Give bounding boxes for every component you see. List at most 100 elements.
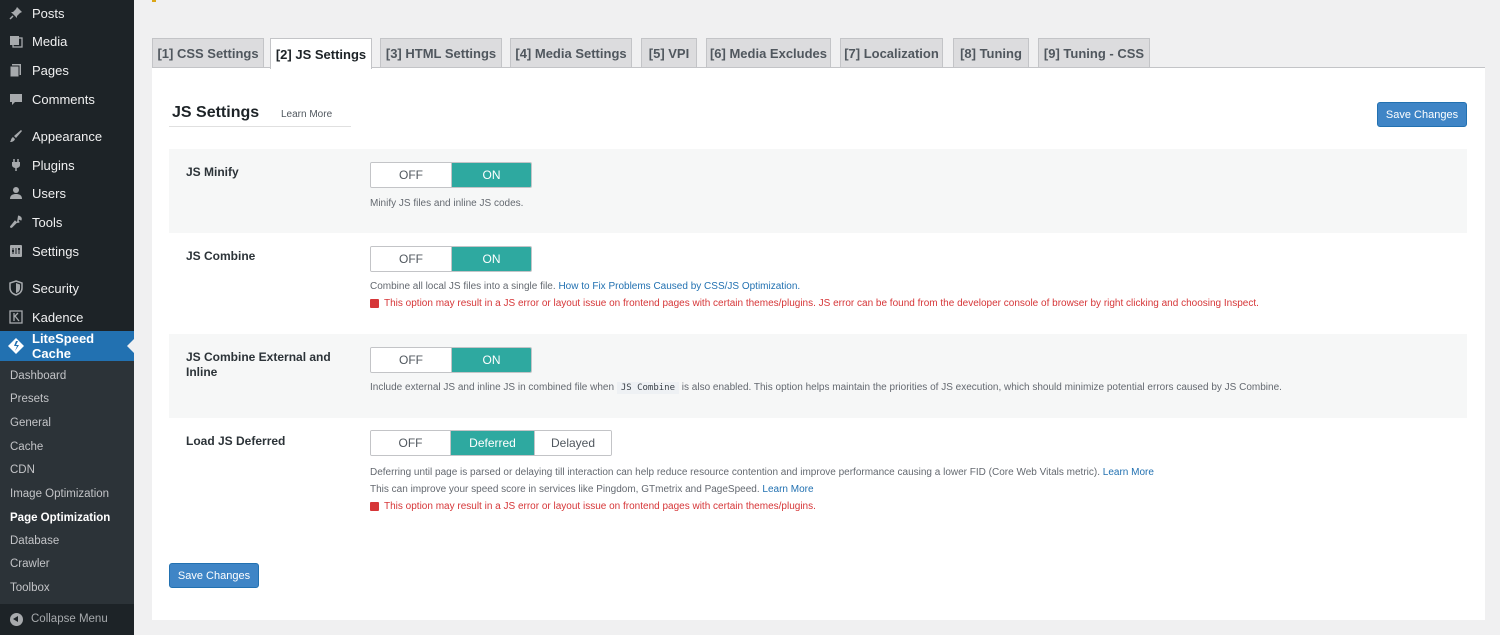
toggle-on[interactable]: ON bbox=[451, 348, 531, 372]
sidebar-item-label: Kadence bbox=[32, 309, 84, 325]
toggle-on[interactable]: ON bbox=[451, 163, 531, 187]
warning-icon bbox=[370, 502, 379, 511]
comments-icon bbox=[8, 91, 24, 107]
kadence-icon bbox=[8, 309, 24, 325]
sidebar-item-media[interactable]: Media bbox=[0, 28, 134, 54]
setting-warning: This option may result in a JS error or … bbox=[370, 501, 816, 512]
sidebar-item-label: Settings bbox=[32, 243, 79, 259]
plug-icon bbox=[8, 157, 24, 173]
fix-problems-link[interactable]: How to Fix Problems Caused by CSS/JS Opt… bbox=[558, 281, 800, 292]
tab-media-excludes[interactable]: [6] Media Excludes bbox=[706, 38, 831, 68]
sidebar-item-comments[interactable]: Comments bbox=[0, 86, 134, 112]
warning-icon bbox=[370, 299, 379, 308]
toggle-off[interactable]: OFF bbox=[371, 431, 450, 455]
sidebar-item-label: Posts bbox=[32, 5, 65, 21]
admin-sidebar: Posts Media Pages Comments Appearance Pl… bbox=[0, 0, 134, 635]
sidebar-item-litespeed-cache[interactable]: LiteSpeed Cache bbox=[0, 331, 134, 361]
setting-warning: This option may result in a JS error or … bbox=[370, 298, 1259, 309]
setting-label: JS Combine bbox=[186, 249, 256, 263]
setting-row-js-minify: JS Minify OFF ON Minify JS files and inl… bbox=[169, 149, 1467, 233]
sidebar-item-label: LiteSpeed Cache bbox=[32, 331, 95, 361]
learn-more-link[interactable]: Learn More bbox=[762, 484, 813, 495]
sidebar-item-security[interactable]: Security bbox=[0, 275, 134, 301]
pin-icon bbox=[8, 5, 24, 21]
js-combine-code: JS Combine bbox=[616, 382, 680, 394]
sidebar-item-kadence[interactable]: Kadence bbox=[0, 304, 134, 330]
setting-row-load-js-deferred: Load JS Deferred OFF Deferred Delayed De… bbox=[169, 418, 1467, 528]
collapse-icon bbox=[10, 612, 23, 626]
wrench-icon bbox=[8, 214, 24, 230]
sidebar-item-label: Users bbox=[32, 185, 66, 201]
submenu-presets[interactable]: Presets bbox=[10, 393, 49, 405]
submenu-dashboard[interactable]: Dashboard bbox=[10, 370, 66, 382]
section-title: JS Settings bbox=[172, 104, 260, 121]
sidebar-item-label: Tools bbox=[32, 214, 63, 230]
litespeed-submenu: Dashboard Presets General Cache CDN Imag… bbox=[0, 361, 134, 604]
js-combine-toggle: OFF ON bbox=[370, 246, 532, 272]
tab-vpi[interactable]: [5] VPI bbox=[641, 38, 697, 68]
sidebar-item-settings[interactable]: Settings bbox=[0, 238, 134, 264]
setting-description: Include external JS and inline JS in com… bbox=[370, 382, 1282, 394]
collapse-menu-label: Collapse Menu bbox=[31, 613, 108, 625]
setting-row-js-combine: JS Combine OFF ON Combine all local JS f… bbox=[169, 233, 1467, 334]
sidebar-item-posts[interactable]: Posts bbox=[0, 0, 134, 26]
setting-description: Combine all local JS files into a single… bbox=[370, 281, 800, 292]
settings-panel: JS Settings Learn More Save Changes JS M… bbox=[152, 68, 1485, 620]
submenu-crawler[interactable]: Crawler bbox=[10, 558, 50, 570]
submenu-page-optimization[interactable]: Page Optimization bbox=[10, 512, 110, 524]
js-minify-toggle: OFF ON bbox=[370, 162, 532, 188]
toggle-off[interactable]: OFF bbox=[371, 163, 451, 187]
tab-tuning[interactable]: [8] Tuning bbox=[953, 38, 1029, 68]
toggle-delayed[interactable]: Delayed bbox=[534, 431, 611, 455]
sidebar-item-label: Comments bbox=[32, 91, 95, 107]
save-changes-button-bottom[interactable]: Save Changes bbox=[169, 563, 259, 588]
description-text: This can improve your speed score in ser… bbox=[370, 484, 760, 495]
sidebar-item-users[interactable]: Users bbox=[0, 180, 134, 206]
sidebar-item-label: Appearance bbox=[32, 128, 103, 144]
toggle-deferred[interactable]: Deferred bbox=[450, 431, 534, 455]
settings-icon bbox=[8, 243, 24, 259]
toggle-off[interactable]: OFF bbox=[371, 348, 451, 372]
setting-label: JS Minify bbox=[186, 165, 239, 179]
tab-js-settings[interactable]: [2] JS Settings bbox=[270, 38, 372, 69]
submenu-database[interactable]: Database bbox=[10, 535, 59, 547]
toggle-off[interactable]: OFF bbox=[371, 247, 451, 271]
setting-description: Minify JS files and inline JS codes. bbox=[370, 198, 524, 209]
tab-css-settings[interactable]: [1] CSS Settings bbox=[152, 38, 264, 68]
setting-row-js-combine-external: JS Combine External and Inline OFF ON In… bbox=[169, 334, 1467, 418]
submenu-cache[interactable]: Cache bbox=[10, 441, 43, 453]
submenu-toolbox[interactable]: Toolbox bbox=[10, 582, 50, 594]
collapse-menu-button[interactable]: Collapse Menu bbox=[0, 606, 134, 632]
tab-html-settings[interactable]: [3] HTML Settings bbox=[380, 38, 502, 68]
title-divider bbox=[169, 126, 351, 127]
sidebar-item-label: Pages bbox=[32, 62, 69, 78]
sidebar-item-tools[interactable]: Tools bbox=[0, 209, 134, 235]
setting-label: JS Combine External and Inline bbox=[186, 350, 331, 379]
setting-description: Deferring until page is parsed or delayi… bbox=[370, 467, 1154, 478]
submenu-cdn[interactable]: CDN bbox=[10, 464, 35, 476]
submenu-image-optimization[interactable]: Image Optimization bbox=[10, 488, 109, 500]
sidebar-item-label: Security bbox=[32, 280, 79, 296]
media-icon bbox=[8, 33, 24, 49]
toggle-on[interactable]: ON bbox=[451, 247, 531, 271]
tab-tuning-css[interactable]: [9] Tuning - CSS bbox=[1038, 38, 1150, 68]
tab-localization[interactable]: [7] Localization bbox=[840, 38, 943, 68]
sidebar-item-plugins[interactable]: Plugins bbox=[0, 152, 134, 178]
description-text: is also enabled. This option helps maint… bbox=[681, 382, 1282, 393]
user-icon bbox=[8, 185, 24, 201]
notice-border bbox=[152, 0, 156, 2]
sidebar-item-pages[interactable]: Pages bbox=[0, 57, 134, 83]
load-js-deferred-toggle: OFF Deferred Delayed bbox=[370, 430, 612, 456]
setting-label: Load JS Deferred bbox=[186, 434, 286, 448]
pages-icon bbox=[8, 62, 24, 78]
save-changes-button-top[interactable]: Save Changes bbox=[1377, 102, 1467, 127]
tab-media-settings[interactable]: [4] Media Settings bbox=[510, 38, 632, 68]
learn-more-link[interactable]: Learn More bbox=[1103, 467, 1154, 478]
submenu-general[interactable]: General bbox=[10, 417, 51, 429]
sidebar-item-appearance[interactable]: Appearance bbox=[0, 123, 134, 149]
brush-icon bbox=[8, 128, 24, 144]
litespeed-icon bbox=[8, 338, 24, 354]
section-learn-more-link[interactable]: Learn More bbox=[281, 109, 332, 120]
description-text: Combine all local JS files into a single… bbox=[370, 281, 556, 292]
setting-description-2: This can improve your speed score in ser… bbox=[370, 484, 814, 495]
